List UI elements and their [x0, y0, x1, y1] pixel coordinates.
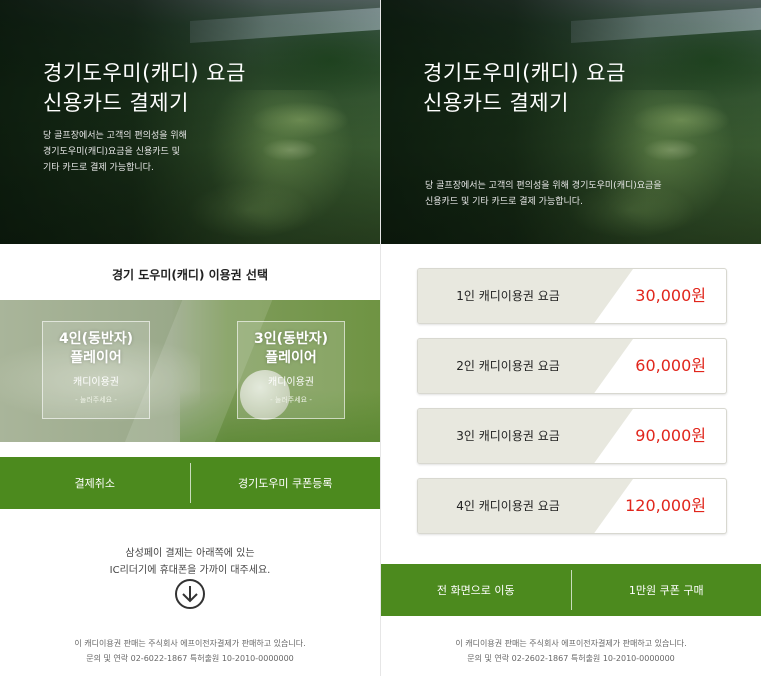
- footer-info: 이 캐디이용권 판매는 주식회사 에프이전자결제가 판매하고 있습니다. 문의 …: [0, 636, 380, 666]
- notice-line2: IC리더기에 휴대폰을 가까이 대주세요.: [109, 565, 271, 576]
- price-label: 1인 캐디이용권 요금: [456, 289, 560, 303]
- hero-desc-line2: 신용카드 및 기타 카드로 결제 가능합니다.: [425, 197, 583, 207]
- price-label: 4인 캐디이용권 요금: [456, 499, 560, 513]
- ticket-card-title-line2: 플레이어: [265, 350, 317, 366]
- price-label: 2인 캐디이용권 요금: [456, 359, 560, 373]
- price-amount: 90,000원: [635, 426, 706, 445]
- ticket-card-hint: - 눌러주세요 -: [270, 396, 312, 404]
- price-amount: 60,000원: [635, 356, 706, 375]
- ticket-card-3-player[interactable]: 3인(동반자) 플레이어 캐디이용권 - 눌러주세요 -: [237, 321, 345, 419]
- ticket-card-title: 4인(동반자) 플레이어: [43, 330, 149, 368]
- selection-screen: 경기도우미(캐디) 요금 신용카드 결제기 당 골프장에서는 고객의 편의성을 …: [0, 0, 380, 676]
- price-option-3-player[interactable]: 3인 캐디이용권 요금 90,000원: [417, 408, 727, 464]
- left-action-bar: 결제취소 경기도우미 쿠폰등록: [0, 457, 380, 509]
- ticket-card-title-line1: 3인(동반자): [253, 331, 329, 347]
- price-screen: 경기도우미(캐디) 요금 신용카드 결제기 당 골프장에서는 고객의 편의성을 …: [381, 0, 761, 676]
- selection-title: 경기 도우미(캐디) 이용권 선택: [112, 268, 268, 282]
- back-to-previous-button[interactable]: 전 화면으로 이동: [381, 564, 571, 616]
- footer-info: 이 캐디이용권 판매는 주식회사 에프이전자결제가 판매하고 있습니다. 문의 …: [381, 636, 761, 666]
- hero-banner: 경기도우미(캐디) 요금 신용카드 결제기 당 골프장에서는 고객의 편의성을 …: [0, 0, 380, 244]
- price-option-1-player[interactable]: 1인 캐디이용권 요금 30,000원: [417, 268, 727, 324]
- ticket-selection-area: 4인(동반자) 플레이어 캐디이용권 - 눌러주세요 - 3인(동반자) 플레이…: [0, 300, 380, 442]
- ticket-card-title: 3인(동반자) 플레이어: [238, 330, 344, 368]
- coupon-register-button[interactable]: 경기도우미 쿠폰등록: [191, 457, 381, 509]
- hero-desc-line2: 경기도우미(캐디)요금을 신용카드 및: [43, 147, 180, 157]
- ticket-card-sub: 캐디이용권: [73, 377, 119, 388]
- arrow-down-circle-icon: [175, 579, 205, 609]
- price-label: 3인 캐디이용권 요금: [456, 429, 560, 443]
- price-option-4-player[interactable]: 4인 캐디이용권 요금 120,000원: [417, 478, 727, 534]
- ticket-card-title-line2: 플레이어: [70, 350, 122, 366]
- right-action-bar: 전 화면으로 이동 1만원 쿠폰 구매: [381, 564, 761, 616]
- hero-title-line2: 신용카드 결제기: [43, 91, 189, 115]
- hero-title: 경기도우미(캐디) 요금 신용카드 결제기: [43, 58, 246, 118]
- hero-title-line1: 경기도우미(캐디) 요금: [43, 61, 246, 85]
- price-amount: 30,000원: [635, 286, 706, 305]
- hero-banner: 경기도우미(캐디) 요금 신용카드 결제기 당 골프장에서는 고객의 편의성을 …: [381, 0, 761, 244]
- price-label-bg: 4인 캐디이용권 요금: [418, 479, 633, 533]
- price-option-2-player[interactable]: 2인 캐디이용권 요금 60,000원: [417, 338, 727, 394]
- price-label-bg: 1인 캐디이용권 요금: [418, 269, 633, 323]
- kiosk-screens: 경기도우미(캐디) 요금 신용카드 결제기 당 골프장에서는 고객의 편의성을 …: [0, 0, 761, 676]
- hero-title-line2: 신용카드 결제기: [423, 91, 569, 115]
- footer-line1: 이 캐디이용권 판매는 주식회사 에프이전자결제가 판매하고 있습니다.: [74, 639, 306, 648]
- footer-line2: 문의 및 연락 02-2602-1867 특허출원 10-2010-000000…: [467, 654, 675, 663]
- hero-title-line1: 경기도우미(캐디) 요금: [423, 61, 626, 85]
- hero-desc-line1: 당 골프장에서는 고객의 편의성을 위해 경기도우미(캐디)요금을: [425, 181, 662, 191]
- ticket-card-4-player[interactable]: 4인(동반자) 플레이어 캐디이용권 - 눌러주세요 -: [42, 321, 150, 419]
- hero-description: 당 골프장에서는 고객의 편의성을 위해 경기도우미(캐디)요금을 신용카드 및…: [43, 128, 233, 176]
- hero-description: 당 골프장에서는 고객의 편의성을 위해 경기도우미(캐디)요금을 신용카드 및…: [425, 178, 725, 210]
- price-label-bg: 2인 캐디이용권 요금: [418, 339, 633, 393]
- footer-line1: 이 캐디이용권 판매는 주식회사 에프이전자결제가 판매하고 있습니다.: [455, 639, 687, 648]
- notice-line1: 삼성페이 결제는 아래쪽에 있는: [125, 548, 255, 559]
- footer-line2: 문의 및 연락 02-6022-1867 특허출원 10-2010-000000…: [86, 654, 294, 663]
- hero-title: 경기도우미(캐디) 요금 신용카드 결제기: [423, 58, 626, 118]
- cancel-payment-button[interactable]: 결제취소: [0, 457, 190, 509]
- hero-desc-line1: 당 골프장에서는 고객의 편의성을 위해: [43, 131, 187, 141]
- ticket-card-hint: - 눌러주세요 -: [75, 396, 117, 404]
- hero-desc-line3: 기타 카드로 결제 가능합니다.: [43, 163, 154, 173]
- ticket-card-title-line1: 4인(동반자): [58, 331, 134, 347]
- ticket-card-sub: 캐디이용권: [268, 377, 314, 388]
- samsung-pay-notice: 삼성페이 결제는 아래쪽에 있는 IC리더기에 휴대폰을 가까이 대주세요.: [0, 545, 380, 579]
- price-label-bg: 3인 캐디이용권 요금: [418, 409, 633, 463]
- buy-coupon-button[interactable]: 1만원 쿠폰 구매: [572, 564, 761, 616]
- price-amount: 120,000원: [625, 496, 706, 515]
